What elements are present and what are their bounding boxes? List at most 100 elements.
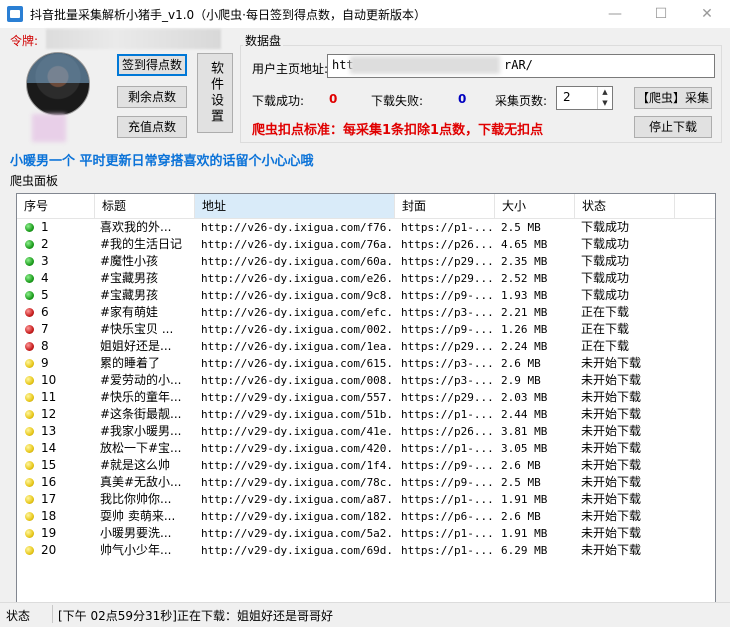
cell-no: 12 — [41, 407, 57, 421]
cell-cover: https://p26... — [401, 425, 493, 438]
cell-url: http://v29-dy.ixigua.com/5a2... — [201, 527, 391, 540]
cell-no: 14 — [41, 441, 57, 455]
software-settings-button[interactable]: 软件设置 — [197, 53, 233, 133]
table-row[interactable]: 3 #魔性小孩 http://v26-dy.ixigua.com/60a... htt… — [17, 253, 715, 270]
cell-status: 未开始下载 — [581, 509, 642, 523]
table-row[interactable]: 8 姐姐好还是... http://v26-dy.ixigua.com/1ea...… — [17, 338, 715, 355]
cell-cover: https://p9-... — [401, 476, 493, 489]
cell-no: 9 — [41, 356, 49, 370]
table-header: 序号 标题 地址 封面 大小 状态 — [17, 194, 715, 219]
recharge-button[interactable]: 充值点数 — [117, 116, 187, 138]
cell-url: http://v29-dy.ixigua.com/a87... — [201, 493, 391, 506]
close-button[interactable]: ✕ — [684, 0, 730, 28]
maximize-button[interactable]: ☐ — [638, 0, 684, 28]
cell-cover: https://p1-... — [401, 493, 493, 506]
status-bar: 状态 [下午 02点59分31秒]正在下载：姐姐好还是哥哥好 — [0, 602, 730, 627]
cell-url: http://v26-dy.ixigua.com/76a... — [201, 238, 391, 251]
table-row[interactable]: 20 帅气小少年... http://v29-dy.ixigua.com/69d..… — [17, 542, 715, 559]
download-success-label: 下载成功: — [252, 94, 305, 108]
table-row[interactable]: 14 放松一下#宝... http://v29-dy.ixigua.com/420.… — [17, 440, 715, 457]
status-dot-icon — [25, 257, 34, 266]
cell-title: #宝藏男孩 — [100, 271, 159, 285]
cell-no: 10 — [41, 373, 57, 387]
cell-title: 小暖男要洗... — [100, 526, 172, 540]
stop-download-button[interactable]: 停止下载 — [634, 116, 712, 138]
cell-size: 6.29 MB — [501, 544, 548, 557]
table-row[interactable]: 15 #就是这么帅 http://v29-dy.ixigua.com/1f4... h… — [17, 457, 715, 474]
table-row[interactable]: 13 #我家小暖男... http://v29-dy.ixigua.com/41e.… — [17, 423, 715, 440]
cell-cover: https://p29... — [401, 272, 493, 285]
cell-url: http://v29-dy.ixigua.com/41e... — [201, 425, 391, 438]
table-row[interactable]: 18 耍帅 卖萌来... http://v29-dy.ixigua.com/182.… — [17, 508, 715, 525]
table-row[interactable]: 4 #宝藏男孩 http://v26-dy.ixigua.com/e26... htt… — [17, 270, 715, 287]
minimize-button[interactable]: — — [592, 0, 638, 28]
cell-cover: https://p29... — [401, 340, 493, 353]
cell-status: 下载成功 — [581, 237, 630, 251]
cell-url: http://v26-dy.ixigua.com/e26... — [201, 272, 391, 285]
table-row[interactable]: 17 我比你帅你... http://v29-dy.ixigua.com/a87..… — [17, 491, 715, 508]
column-header-status[interactable]: 状态 — [575, 194, 675, 218]
pages-value: 2 — [563, 90, 571, 104]
column-header-url[interactable]: 地址 — [195, 194, 395, 218]
table-row[interactable]: 6 #家有萌娃 http://v26-dy.ixigua.com/efc... htt… — [17, 304, 715, 321]
cell-size: 2.5 MB — [501, 476, 541, 489]
cell-cover: https://p1-... — [401, 442, 493, 455]
status-dot-icon — [25, 325, 34, 334]
status-dot-icon — [25, 427, 34, 436]
table-row[interactable]: 12 #这条街最靓... http://v29-dy.ixigua.com/51b.… — [17, 406, 715, 423]
cell-size: 2.9 MB — [501, 374, 541, 387]
pages-stepper[interactable]: 2 ▲ ▼ — [556, 86, 613, 110]
status-dot-icon — [25, 274, 34, 283]
column-header-title[interactable]: 标题 — [95, 194, 195, 218]
cell-url: http://v26-dy.ixigua.com/002... — [201, 323, 391, 336]
remaining-points-button[interactable]: 剩余点数 — [117, 86, 187, 108]
cell-url: http://v26-dy.ixigua.com/615... — [201, 357, 391, 370]
cell-url: http://v26-dy.ixigua.com/efc... — [201, 306, 391, 319]
table-row[interactable]: 11 #快乐的童年... http://v29-dy.ixigua.com/557.… — [17, 389, 715, 406]
cell-url: http://v26-dy.ixigua.com/1ea... — [201, 340, 391, 353]
cell-cover: https://p1-... — [401, 544, 493, 557]
cell-title: 姐姐好还是... — [100, 339, 172, 353]
cell-status: 未开始下载 — [581, 543, 642, 557]
cell-no: 1 — [41, 220, 49, 234]
cell-status: 未开始下载 — [581, 475, 642, 489]
table-row[interactable]: 1 喜欢我的外... http://v26-dy.ixigua.com/f76...… — [17, 219, 715, 236]
cell-url: http://v29-dy.ixigua.com/557... — [201, 391, 391, 404]
table-row[interactable]: 2 #我的生活日记 http://v26-dy.ixigua.com/76a... h… — [17, 236, 715, 253]
table-row[interactable]: 10 #爱劳动的小... http://v26-dy.ixigua.com/008.… — [17, 372, 715, 389]
homepage-url-input[interactable]: htt rAR/ — [327, 54, 715, 78]
column-header-cover[interactable]: 封面 — [395, 194, 495, 218]
sign-in-button[interactable]: 签到得点数 — [117, 54, 187, 76]
token-label: 令牌: — [10, 34, 39, 48]
table-row[interactable]: 9 累的睡着了 http://v26-dy.ixigua.com/615... htt… — [17, 355, 715, 372]
cell-title: 放松一下#宝... — [100, 441, 182, 455]
column-header-size[interactable]: 大小 — [495, 194, 575, 218]
cell-url: http://v29-dy.ixigua.com/420... — [201, 442, 391, 455]
table-row[interactable]: 19 小暖男要洗... http://v29-dy.ixigua.com/5a2..… — [17, 525, 715, 542]
title-bar: 抖音批量采集解析小猪手_v1.0（小爬虫·每日签到得点数，自动更新版本） — ☐… — [0, 0, 730, 28]
table-row[interactable]: 7 #快乐宝贝 ... http://v26-dy.ixigua.com/002..… — [17, 321, 715, 338]
stepper-arrows-icon[interactable]: ▲ ▼ — [597, 87, 612, 109]
cell-title: 喜欢我的外... — [100, 220, 172, 234]
cell-size: 2.5 MB — [501, 221, 541, 234]
cell-url: http://v29-dy.ixigua.com/78c... — [201, 476, 391, 489]
crawl-button[interactable]: 【爬虫】采集 — [634, 87, 712, 109]
cell-no: 20 — [41, 543, 57, 557]
cell-cover: https://p29... — [401, 391, 493, 404]
download-success-count: 0 — [329, 92, 338, 106]
cell-cover: https://p1-... — [401, 408, 493, 421]
cell-title: #就是这么帅 — [100, 458, 171, 472]
cell-status: 未开始下载 — [581, 441, 642, 455]
status-dot-icon — [25, 478, 34, 487]
table-row[interactable]: 5 #宝藏男孩 http://v26-dy.ixigua.com/9c8... htt… — [17, 287, 715, 304]
cell-status: 未开始下载 — [581, 526, 642, 540]
status-dot-icon — [25, 546, 34, 555]
cell-title: 耍帅 卖萌来... — [100, 509, 176, 523]
table-row[interactable]: 16 真美#无敌小... http://v29-dy.ixigua.com/78c.… — [17, 474, 715, 491]
results-table: 序号 标题 地址 封面 大小 状态 1 喜欢我的外... http://v26-dy… — [16, 193, 716, 609]
cell-size: 3.05 MB — [501, 442, 548, 455]
main-window: 令牌: 签到得点数 剩余点数 充值点数 软件设置 数据盘 用户主页地址: htt… — [0, 28, 730, 627]
column-header-no[interactable]: 序号 — [17, 194, 95, 218]
cell-size: 2.03 MB — [501, 391, 548, 404]
cell-no: 17 — [41, 492, 57, 506]
